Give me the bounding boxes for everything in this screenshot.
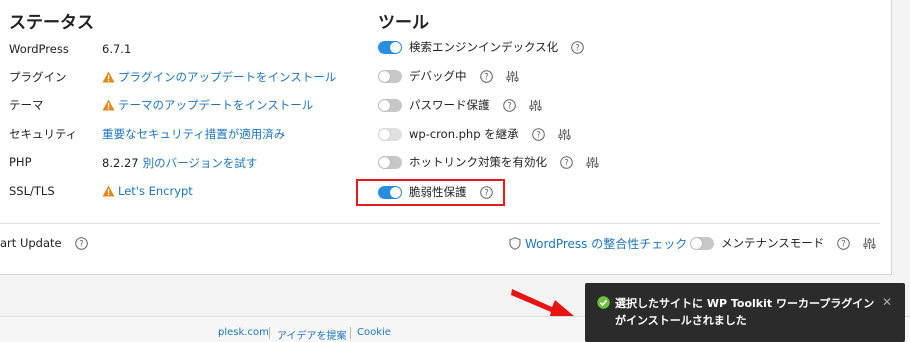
settings-sliders-icon[interactable] — [586, 156, 599, 169]
wp-cron-toggle[interactable] — [378, 127, 402, 141]
help-icon[interactable]: ? — [837, 236, 851, 250]
maintenance-mode: メンテナンスモード ? — [690, 234, 876, 252]
tool-wp-cron: wp-cron.php を継承 ? — [378, 125, 571, 143]
tool-label: デバッグ中 — [409, 69, 467, 83]
divider — [0, 223, 880, 224]
svg-text:?: ? — [536, 130, 541, 140]
check-circle-icon — [597, 296, 610, 309]
wordpress-version: 6.7.1 — [102, 42, 131, 56]
status-label-ssl: SSL/TLS — [9, 184, 55, 198]
tool-label: ホットリンク対策を有効化 — [409, 155, 547, 169]
maintenance-mode-label: メンテナンスモード — [721, 236, 825, 250]
svg-text:?: ? — [575, 43, 580, 53]
footer-link-cookie[interactable]: Cookie — [357, 327, 391, 338]
ssl-status-text[interactable]: Let's Encrypt — [118, 184, 193, 198]
php-change-version-link[interactable]: 別のバージョンを試す — [143, 155, 258, 171]
warning-icon — [102, 99, 115, 111]
warning-icon — [102, 71, 115, 83]
search-indexing-toggle[interactable] — [378, 40, 402, 54]
security-link[interactable]: 重要なセキュリティ措置が適用済み — [102, 126, 285, 142]
hotlink-protection-toggle[interactable] — [378, 155, 402, 169]
settings-sliders-icon[interactable] — [558, 128, 571, 141]
integrity-check-link[interactable]: WordPress の整合性チェック — [509, 234, 687, 252]
plugins-update-text[interactable]: プラグインのアップデートをインストール — [118, 69, 336, 85]
footer-link-plesk[interactable]: plesk.com — [218, 327, 269, 338]
tool-password-protection: パスワード保護 ? — [378, 96, 542, 114]
success-toast: 選択したサイトに WP Toolkit ワーカープラグインがインストールされまし… — [585, 283, 905, 342]
maintenance-mode-toggle[interactable] — [690, 236, 714, 250]
php-version-value: 8.2.27 — [102, 156, 139, 170]
status-label-plugins: プラグイン — [9, 70, 67, 84]
debugging-toggle[interactable] — [378, 69, 402, 83]
close-icon[interactable]: ✕ — [882, 295, 892, 309]
tool-label: 検索エンジンインデックス化 — [409, 40, 559, 54]
help-icon[interactable]: ? — [479, 69, 493, 83]
help-icon[interactable]: ? — [502, 98, 516, 112]
wordpress-site-card: ステータス WordPress 6.7.1 プラグイン プラグインのアップデート… — [0, 0, 892, 275]
status-label-wordpress: WordPress — [9, 42, 69, 56]
svg-text:?: ? — [842, 239, 847, 249]
help-icon[interactable]: ? — [571, 40, 584, 54]
footer-link-ideas[interactable]: アイデアを提案 — [277, 327, 347, 342]
php-version: 8.2.27 別のバージョンを試す — [102, 155, 257, 171]
themes-update-text[interactable]: テーマのアップデートをインストール — [118, 97, 313, 113]
smart-update-label: art Update — [0, 236, 62, 250]
status-label-themes: テーマ — [9, 98, 44, 112]
svg-text:?: ? — [79, 239, 84, 249]
wordpress-version-value: 6.7.1 — [102, 42, 132, 56]
status-label-php: PHP — [9, 155, 32, 169]
tool-label: wp-cron.php を継承 — [409, 127, 519, 141]
settings-sliders-icon[interactable] — [529, 99, 542, 112]
help-icon[interactable]: ? — [560, 155, 573, 169]
password-protection-toggle[interactable] — [378, 98, 402, 112]
highlight-box — [356, 179, 505, 206]
settings-sliders-icon[interactable] — [863, 237, 876, 250]
svg-text:?: ? — [564, 158, 569, 168]
tools-heading: ツール — [378, 13, 429, 33]
status-heading: ステータス — [9, 13, 94, 33]
tool-debugging: デバッグ中 ? — [378, 67, 519, 85]
svg-text:?: ? — [507, 101, 512, 111]
shield-icon — [509, 236, 521, 250]
toast-message: 選択したサイトに WP Toolkit ワーカープラグインがインストールされまし… — [615, 297, 875, 327]
tool-search-indexing: 検索エンジンインデックス化 ? — [378, 38, 584, 56]
ssl-link[interactable]: Let's Encrypt — [102, 184, 193, 198]
status-label-security: セキュリティ — [9, 127, 78, 141]
footer-separator — [350, 327, 351, 339]
integrity-check-text[interactable]: WordPress の整合性チェック — [525, 235, 687, 252]
themes-update-link[interactable]: テーマのアップデートをインストール — [102, 97, 313, 113]
tool-hotlink-protection: ホットリンク対策を有効化 ? — [378, 153, 599, 171]
svg-text:?: ? — [484, 72, 489, 82]
help-icon[interactable]: ? — [531, 127, 545, 141]
tool-label: パスワード保護 — [409, 98, 490, 112]
smart-update: art Update ? — [0, 234, 88, 252]
footer-separator — [269, 327, 270, 339]
plugins-update-link[interactable]: プラグインのアップデートをインストール — [102, 69, 336, 85]
security-status-text[interactable]: 重要なセキュリティ措置が適用済み — [102, 126, 285, 142]
settings-sliders-icon[interactable] — [506, 70, 519, 83]
warning-icon — [102, 185, 115, 197]
help-icon[interactable]: ? — [74, 236, 88, 250]
